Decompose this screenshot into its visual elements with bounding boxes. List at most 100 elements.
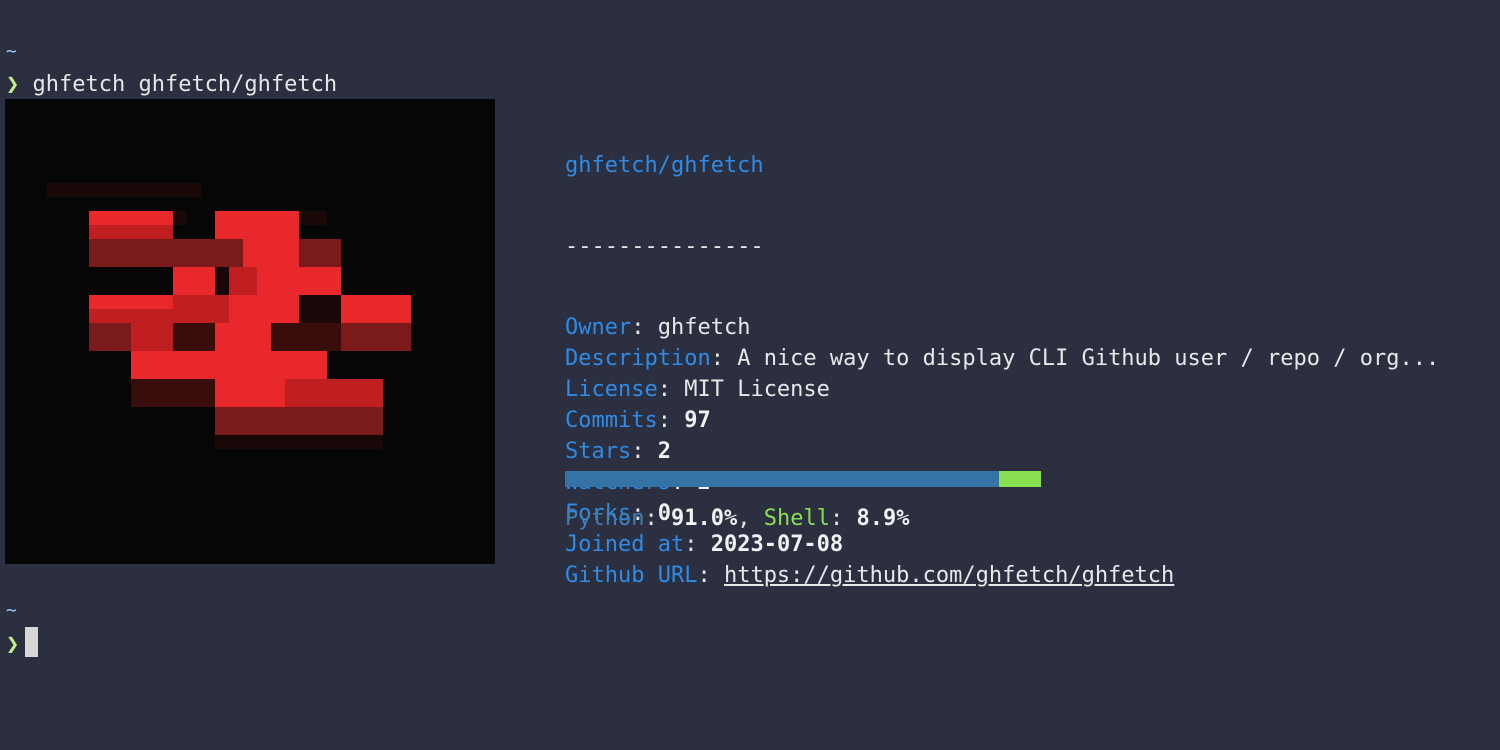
avatar-pixel <box>173 253 243 267</box>
language-name: Shell <box>763 506 830 531</box>
field-description: Description: A nice way to display CLI G… <box>565 346 1440 371</box>
avatar-pixel <box>271 323 341 337</box>
field-key: Owner <box>565 315 632 340</box>
language-bar-segment-shell <box>998 471 1041 487</box>
avatar-pixel <box>131 323 173 337</box>
avatar-pixel <box>215 211 299 225</box>
field-key: License <box>565 377 658 402</box>
avatar-pixel <box>89 239 173 253</box>
avatar-pixel <box>47 183 201 197</box>
field-license: License: MIT License <box>565 377 830 402</box>
avatar-pixel <box>257 281 285 295</box>
avatar-pixel <box>215 393 285 407</box>
avatar-pixel <box>341 295 411 309</box>
avatar-pixel <box>243 253 299 267</box>
avatar-pixel <box>173 267 215 281</box>
field-stars: Stars: 2 <box>565 439 671 464</box>
avatar-pixel <box>229 309 299 323</box>
field-key: Joined at <box>565 532 685 557</box>
avatar-pixel <box>173 337 215 351</box>
avatar-pixel <box>131 379 215 393</box>
github-url-link[interactable]: https://github.com/ghfetch/ghfetch <box>724 563 1174 588</box>
field-value: ghfetch <box>657 315 751 340</box>
field-value: MIT License <box>684 377 830 402</box>
avatar-pixel <box>299 295 341 309</box>
language-percent: 91.0% <box>670 506 738 531</box>
avatar-pixel <box>215 421 383 435</box>
avatar-pixel <box>187 365 327 379</box>
repo-info: ghfetch/ghfetch --------------- Owner: g… <box>565 100 1439 616</box>
avatar-pixel <box>341 337 411 351</box>
avatar-pixel <box>341 323 411 337</box>
avatar-pixel <box>131 393 215 407</box>
field-value: 97 <box>684 408 711 433</box>
avatar-pixel <box>173 295 229 309</box>
repo-title: ghfetch/ghfetch <box>565 153 764 178</box>
language-name: Python <box>565 506 645 531</box>
field-value: 2023-07-08 <box>710 532 844 557</box>
avatar-pixel <box>299 239 341 253</box>
field-github-url: Github URL: https://github.com/ghfetch/g… <box>565 563 1175 588</box>
cwd-indicator-2: ~ <box>6 600 17 621</box>
avatar-pixel <box>229 295 299 309</box>
field-value: 2 <box>657 439 671 464</box>
avatar-pixel <box>229 267 257 281</box>
field-value: A nice way to display CLI Github user / … <box>737 346 1440 371</box>
prompt-symbol-2: ❯ <box>6 632 20 657</box>
field-key: Description <box>565 346 711 371</box>
language-bar <box>565 471 1041 487</box>
cwd-indicator: ~ <box>6 41 17 62</box>
avatar-pixel <box>299 253 341 267</box>
field-key: Stars <box>565 439 632 464</box>
avatar-pixel <box>215 435 383 449</box>
command-text: ghfetch ghfetch/ghfetch <box>32 72 338 97</box>
avatar-pixel <box>285 393 383 407</box>
avatar-pixel <box>243 239 299 253</box>
command-line: ❯ ghfetch ghfetch/ghfetch <box>6 69 337 100</box>
avatar-pixel <box>187 351 327 365</box>
avatar-pixel <box>173 309 229 323</box>
avatar-pixel <box>173 323 215 337</box>
avatar-pixel <box>341 309 411 323</box>
avatar-pixel <box>299 211 327 225</box>
language-legend: Python: 91.0%, Shell: 8.9% <box>565 506 910 531</box>
avatar-pixel <box>285 267 341 281</box>
avatar-pixel <box>89 253 173 267</box>
prompt-symbol: ❯ <box>6 72 20 97</box>
field-key: Github URL <box>565 563 698 588</box>
field-key: Commits <box>565 408 658 433</box>
avatar-pixel <box>271 337 341 351</box>
avatar-pixel <box>229 281 257 295</box>
avatar-pixel <box>89 323 131 337</box>
avatar-pixel <box>89 337 131 351</box>
avatar-pixel <box>299 309 341 323</box>
avatar-pixel <box>131 337 173 351</box>
avatar-pixel <box>257 267 285 281</box>
avatar-pixel <box>215 379 285 393</box>
avatar-pixel <box>215 225 299 239</box>
avatar-pixel <box>215 337 271 351</box>
avatar-pixel <box>89 225 173 239</box>
avatar-pixel <box>285 281 341 295</box>
avatar-pixel <box>215 323 271 337</box>
info-fields: Owner: ghfetch Description: A nice way to… <box>565 312 1439 591</box>
avatar-pixel <box>173 281 215 295</box>
avatar-pixel <box>173 239 243 253</box>
language-percent: 8.9% <box>856 506 910 531</box>
avatar-pixel <box>215 281 229 295</box>
cursor[interactable] <box>25 627 39 657</box>
repo-avatar-image <box>5 99 495 564</box>
avatar-pixel <box>215 407 383 421</box>
field-commits: Commits: 97 <box>565 408 711 433</box>
avatar-pixel <box>173 211 187 225</box>
divider: --------------- <box>565 234 764 259</box>
avatar-pixel <box>131 365 187 379</box>
language-bar-segment-python <box>565 471 999 487</box>
avatar-pixel <box>285 379 383 393</box>
avatar-pixel <box>215 267 229 281</box>
avatar-pixel <box>89 309 173 323</box>
active-prompt[interactable]: ❯ <box>6 627 39 660</box>
field-owner: Owner: ghfetch <box>565 315 751 340</box>
avatar-pixel <box>89 295 173 309</box>
avatar-pixel <box>131 351 187 365</box>
